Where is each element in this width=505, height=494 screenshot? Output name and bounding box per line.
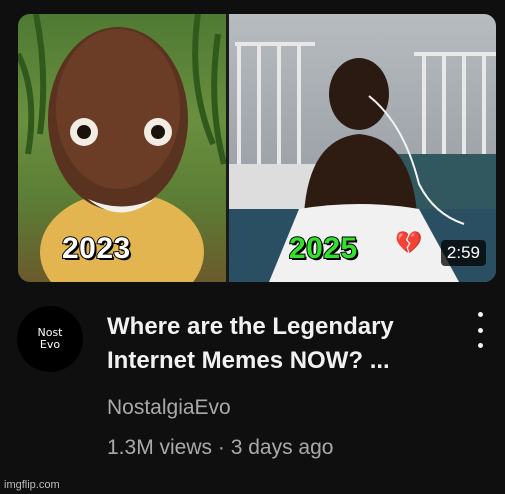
year-label-2023: 2023 xyxy=(61,231,131,266)
thumbnail-left-image: 2023 xyxy=(18,14,226,282)
video-stats: 1.3M views · 3 days ago xyxy=(107,436,333,460)
stats-separator: · xyxy=(217,436,225,459)
view-count: 1.3M views xyxy=(107,436,213,459)
video-title[interactable]: Where are the Legendary Internet Memes N… xyxy=(107,310,447,378)
menu-dot xyxy=(477,312,483,317)
video-thumbnail[interactable]: 2023 2025 💔 2:59 xyxy=(18,14,496,282)
channel-avatar[interactable]: Nost Evo xyxy=(17,306,83,372)
upload-age: 3 days ago xyxy=(230,436,334,459)
menu-dot xyxy=(477,327,483,333)
kebab-menu-icon[interactable] xyxy=(468,312,492,348)
video-duration-badge: 2:59 xyxy=(440,240,486,266)
video-title-line2: Internet Memes NOW? ... xyxy=(107,347,390,374)
year-label-2025: 2025 xyxy=(288,231,358,266)
video-card[interactable]: 2023 2025 💔 2:59 Nost Evo Where are the … xyxy=(0,0,505,494)
avatar-text-line2: Evo xyxy=(39,338,61,351)
broken-heart-icon: 💔 xyxy=(395,230,423,255)
channel-name[interactable]: NostalgiaEvo xyxy=(107,396,231,420)
video-title-line1: Where are the Legendary xyxy=(107,313,394,340)
menu-dot xyxy=(477,343,483,348)
watermark-text: imgflip.com xyxy=(4,479,60,491)
